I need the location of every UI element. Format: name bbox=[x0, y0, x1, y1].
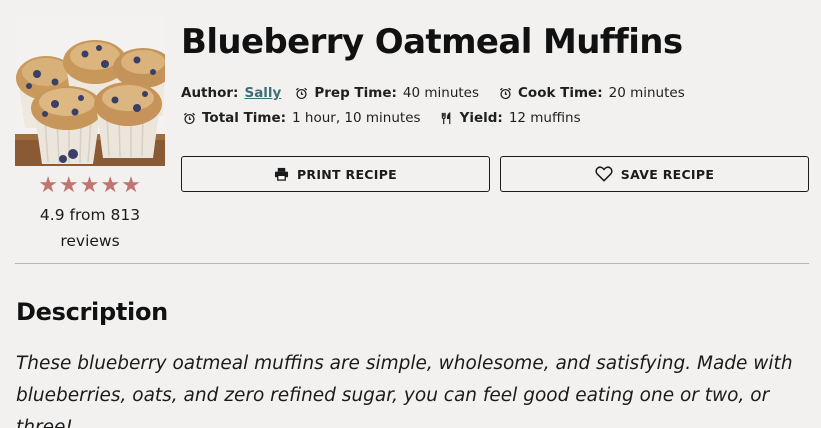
heart-icon bbox=[595, 166, 613, 182]
alarm-clock-icon bbox=[293, 85, 309, 101]
prep-time-value: 40 minutes bbox=[402, 85, 480, 101]
rating-summary: 4.9 from 813 reviews bbox=[39, 206, 141, 250]
save-recipe-label: SAVE RECIPE bbox=[620, 166, 715, 182]
total-time-label: Total Time: bbox=[202, 110, 287, 126]
printer-icon bbox=[274, 167, 289, 181]
recipe-title: Blueberry Oatmeal Muffins bbox=[181, 22, 683, 62]
description-heading: Description bbox=[16, 298, 168, 326]
section-divider bbox=[15, 263, 809, 264]
cook-time-label: Cook Time: bbox=[518, 85, 603, 101]
save-recipe-button[interactable]: SAVE RECIPE bbox=[500, 156, 809, 192]
recipe-card: ★★★★★ 4.9 from 813 reviews Blueberry Oat… bbox=[0, 0, 821, 428]
author-label: Author: bbox=[181, 85, 239, 101]
description-text: These blueberry oatmeal muffins are simp… bbox=[16, 353, 793, 428]
prep-time-label: Prep Time: bbox=[314, 85, 397, 101]
author-link[interactable]: Sally bbox=[244, 84, 281, 102]
cook-time-value: 20 minutes bbox=[608, 85, 685, 101]
recipe-photo[interactable] bbox=[15, 16, 165, 166]
fork-knife-icon bbox=[439, 110, 455, 126]
recipe-meta-row-2: Total Time: 1 hour, 10 minutes Yield: 12… bbox=[181, 109, 599, 127]
alarm-clock-icon bbox=[497, 85, 513, 101]
print-recipe-button[interactable]: PRINT RECIPE bbox=[181, 156, 490, 192]
recipe-meta-row-1: Author: Sally Prep Time: 40 minutes Cook… bbox=[181, 84, 703, 102]
print-recipe-label: PRINT RECIPE bbox=[296, 166, 398, 182]
yield-label: Yield: bbox=[459, 110, 503, 126]
total-time-value: 1 hour, 10 minutes bbox=[292, 110, 421, 126]
yield-value: 12 muffins bbox=[508, 110, 581, 126]
star-rating[interactable]: ★★★★★ bbox=[15, 172, 165, 200]
alarm-clock-icon bbox=[181, 110, 197, 126]
